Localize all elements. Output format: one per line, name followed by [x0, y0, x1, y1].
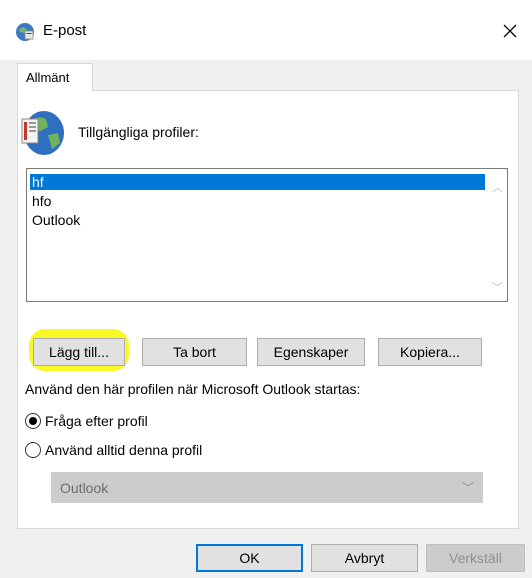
list-item[interactable]: hf [30, 174, 485, 190]
prompt-profile-label: Fråga efter profil [45, 413, 148, 429]
apply-button: Verkställ [426, 544, 525, 572]
close-icon [503, 24, 517, 38]
profile-select: Outlook ﹀ [51, 472, 483, 503]
copy-profile-button[interactable]: Kopiera... [378, 338, 482, 366]
radio-button[interactable] [25, 442, 41, 458]
close-button[interactable] [488, 12, 532, 50]
tab-general-label: Allmänt [26, 70, 70, 85]
profiles-list[interactable]: hf hfo Outlook ︿ ﹀ [26, 168, 508, 302]
mail-profile-icon [15, 22, 35, 42]
prompt-profile-option[interactable]: Fråga efter profil [25, 412, 148, 430]
chevron-up-icon[interactable]: ︿ [492, 179, 503, 195]
chevron-down-icon[interactable]: ﹀ [492, 279, 503, 295]
always-use-profile-label: Använd alltid denna profil [45, 442, 203, 458]
chevron-down-icon: ﹀ [461, 481, 474, 495]
list-item[interactable]: hfo [30, 193, 51, 209]
profiles-icon [18, 105, 66, 157]
remove-profile-button[interactable]: Ta bort [142, 338, 247, 366]
tab-general[interactable]: Allmänt [17, 63, 93, 92]
add-profile-button[interactable]: Lägg till... [33, 338, 125, 366]
ok-button[interactable]: OK [196, 544, 303, 572]
list-scrollbar[interactable]: ︿ ﹀ [489, 170, 506, 300]
profile-select-value: Outlook [60, 480, 109, 496]
always-use-profile-option[interactable]: Använd alltid denna profil [25, 441, 202, 459]
tab-panel [17, 90, 519, 529]
radio-button-checked[interactable] [25, 413, 41, 429]
list-item[interactable]: Outlook [30, 212, 80, 228]
cancel-button[interactable]: Avbryt [311, 544, 418, 572]
window-title: E-post [43, 22, 87, 39]
title-bar: E-post [0, 0, 532, 60]
startup-label: Använd den här profilen när Microsoft Ou… [25, 381, 361, 397]
profiles-label: Tillgängliga profiler: [78, 124, 199, 140]
properties-button[interactable]: Egenskaper [257, 338, 365, 366]
